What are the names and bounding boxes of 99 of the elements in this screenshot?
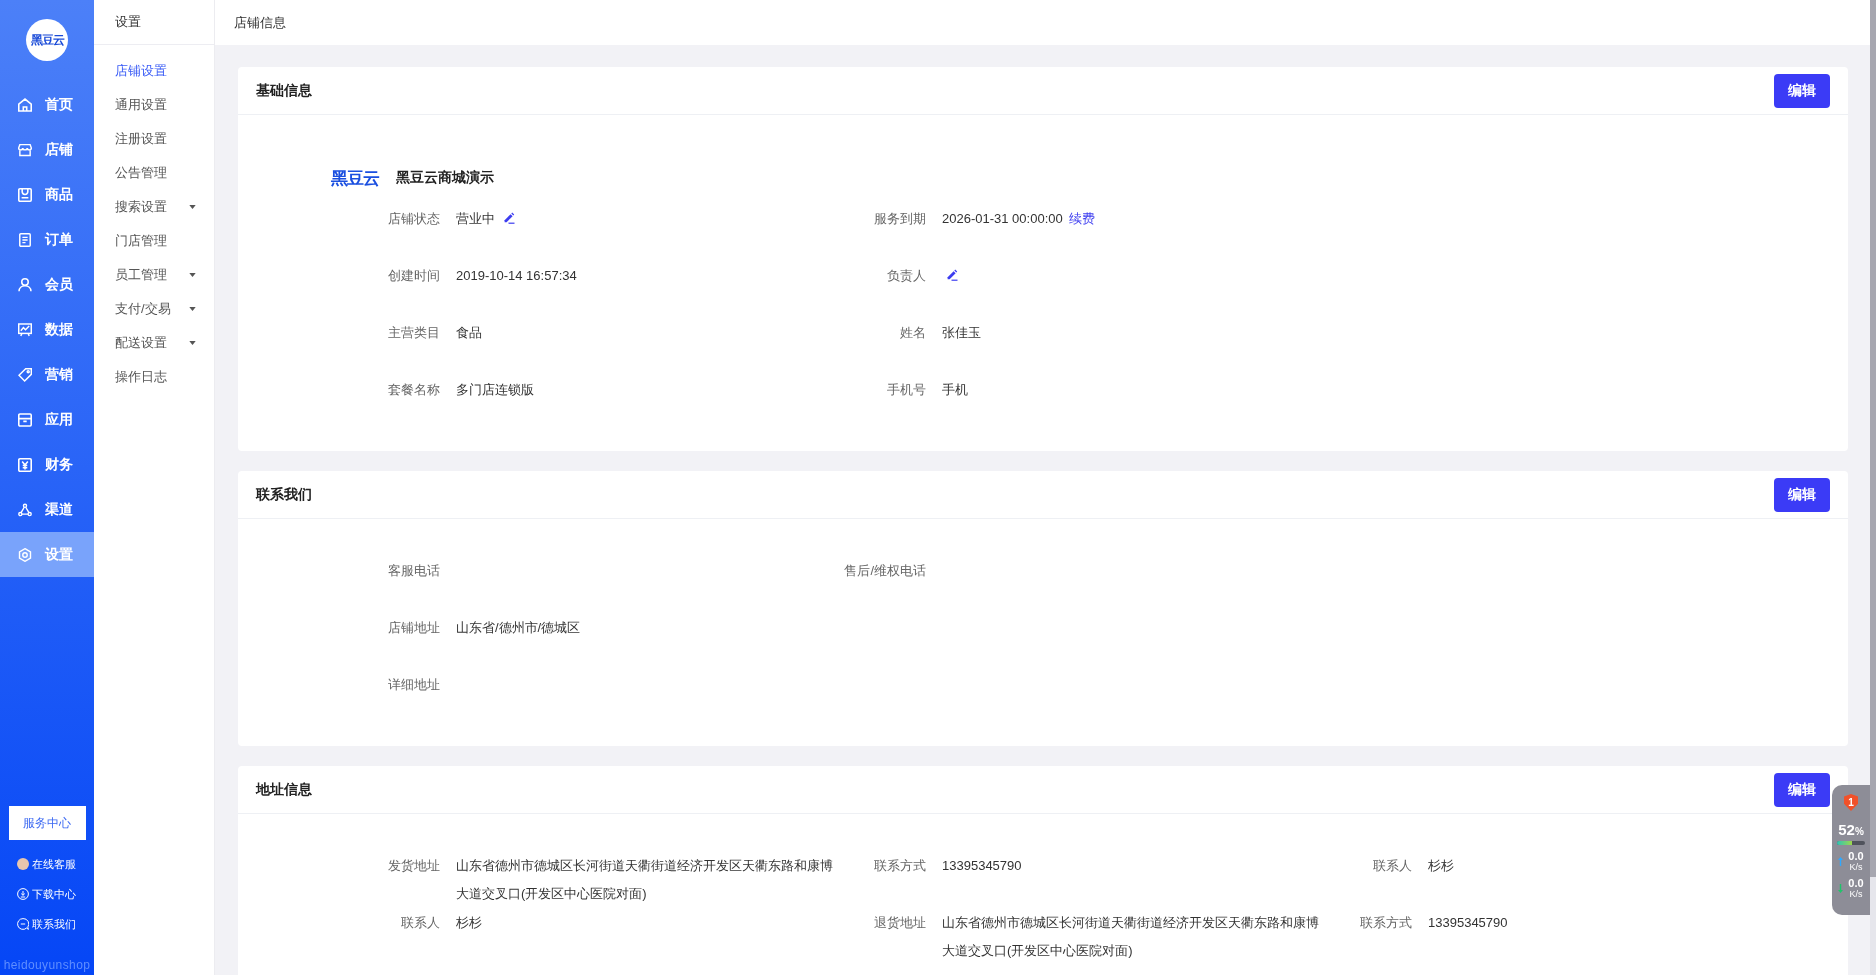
field-label: 联系方式 [873,857,926,875]
chart-board-icon [18,322,32,337]
edit-button[interactable]: 编辑 [1774,73,1830,108]
field-label: 联系人 [400,914,440,932]
subnav-item[interactable]: 搜索设置 [94,190,214,224]
nav-item[interactable]: 数据 [0,307,94,352]
field-label: 联系人 [1372,857,1412,875]
field-value: 营业中 [456,211,495,226]
subnav-item[interactable]: 配送设置 [94,326,214,360]
network-icon [18,502,32,517]
speed-unit: K/s [1849,862,1863,872]
pencil-icon[interactable] [502,212,515,224]
field-label: 姓名 [899,324,926,342]
section-title: 基础信息 [256,81,312,100]
field-value: 2026-01-31 00:00:00 [942,211,1063,226]
field-value: 山东省德州市德城区长河街道天衢街道经济开发区天衢东路和康博大道交叉口(开发区中心医院对面) [942,915,1319,958]
nav-item[interactable]: 营销 [0,352,94,397]
sidebar-link[interactable]: 联系我们 [0,909,76,939]
field-label: 售后/维权电话 [843,562,926,580]
field-value: 13395345790 [942,858,1022,873]
bag-icon [18,187,32,202]
avatar-icon [17,858,29,870]
sidebar-link[interactable]: 下载中心 [0,879,76,909]
download-icon [17,888,29,900]
service-center-button[interactable]: 服务中心 [8,806,86,840]
field-label: 店铺地址 [387,619,440,637]
subnav-item[interactable]: 店铺设置 [94,54,214,88]
speed-reading: 0.0 [1848,877,1864,889]
field-value: 食品 [456,325,482,340]
nav-item[interactable]: 商品 [0,172,94,217]
page-title: 店铺信息 [234,13,286,32]
edit-button[interactable]: 编辑 [1774,772,1830,807]
field-value: 13395345790 [1428,915,1508,930]
caret-icon [189,205,196,209]
field-label: 退货地址 [873,914,926,932]
caret-icon [189,273,196,277]
field-label: 负责人 [886,267,926,285]
subnav-item[interactable]: 员工管理 [94,258,214,292]
nav-item[interactable]: 应用 [0,397,94,442]
down-arrow-icon [1838,883,1844,893]
speed-reading: 0.0 [1848,850,1864,862]
tag-icon [18,367,32,382]
document-icon [18,232,32,247]
box-icon [18,412,32,427]
field-value: 张佳玉 [942,325,981,340]
field-label: 套餐名称 [387,381,440,399]
field-value: 山东省德州市德城区长河街道天衢街道经济开发区天衢东路和康博大道交叉口(开发区中心医院对面) [456,858,833,901]
field-label: 主营类目 [387,324,440,342]
subnav-item[interactable]: 操作日志 [94,360,214,394]
section-title: 地址信息 [256,780,312,799]
yen-icon [18,457,32,472]
monitor-widget[interactable]: 1 52% 0.0 K/s 0.0 K/s [1832,785,1870,915]
field-value: 多门店连锁版 [456,382,534,397]
field-label: 联系方式 [1359,914,1412,932]
subnav-item[interactable]: 通用设置 [94,88,214,122]
field-label: 详细地址 [387,676,440,694]
field-label: 发货地址 [387,857,440,875]
nav-item[interactable]: 会员 [0,262,94,307]
field-value: 杉杉 [1428,858,1454,873]
footer-text: heidouyunshop [3,957,91,973]
field-label: 手机号 [886,381,926,399]
field-value: 2019-10-14 16:57:34 [456,268,577,283]
up-arrow-icon [1838,856,1844,866]
store-name: 黑豆云商城演示 [396,169,494,187]
sidebar-link[interactable]: 在线客服 [0,849,76,879]
field-value: 山东省/德州市/德城区 [456,620,581,635]
pencil-icon[interactable] [946,269,958,281]
storefront-icon [18,142,32,157]
renew-link[interactable]: 续费 [1069,211,1096,226]
user-icon [18,277,32,292]
nav-item[interactable]: 首页 [0,82,94,127]
subnav-item[interactable]: 公告管理 [94,156,214,190]
secondary-sidebar-title: 设置 [115,13,141,31]
brand-logo[interactable]: 黑豆云 [26,19,68,61]
subnav-item[interactable]: 注册设置 [94,122,214,156]
usage-unit: % [1854,826,1864,837]
alert-badge[interactable]: 1 [1844,794,1858,811]
section-title: 联系我们 [256,485,312,504]
field-label: 创建时间 [387,267,440,285]
usage-reading: 52 [1838,821,1855,838]
subnav-item[interactable]: 支付/交易 [94,292,214,326]
home-icon [18,97,32,112]
store-logo: 黑豆云 [331,167,379,190]
nav-item[interactable]: 店铺 [0,127,94,172]
edit-button[interactable]: 编辑 [1774,477,1830,512]
chat-icon [17,918,29,930]
field-label: 客服电话 [387,562,440,580]
nav-item[interactable]: 订单 [0,217,94,262]
field-label: 店铺状态 [387,210,440,228]
field-value: 杉杉 [456,915,482,930]
caret-icon [189,341,196,345]
nav-item[interactable]: 渠道 [0,487,94,532]
speed-unit: K/s [1849,889,1863,899]
field-label: 服务到期 [873,210,926,228]
caret-icon [189,307,196,311]
nav-item[interactable]: 财务 [0,442,94,487]
settings-icon [18,547,32,562]
field-value: 手机 [942,382,968,397]
subnav-item[interactable]: 门店管理 [94,224,214,258]
